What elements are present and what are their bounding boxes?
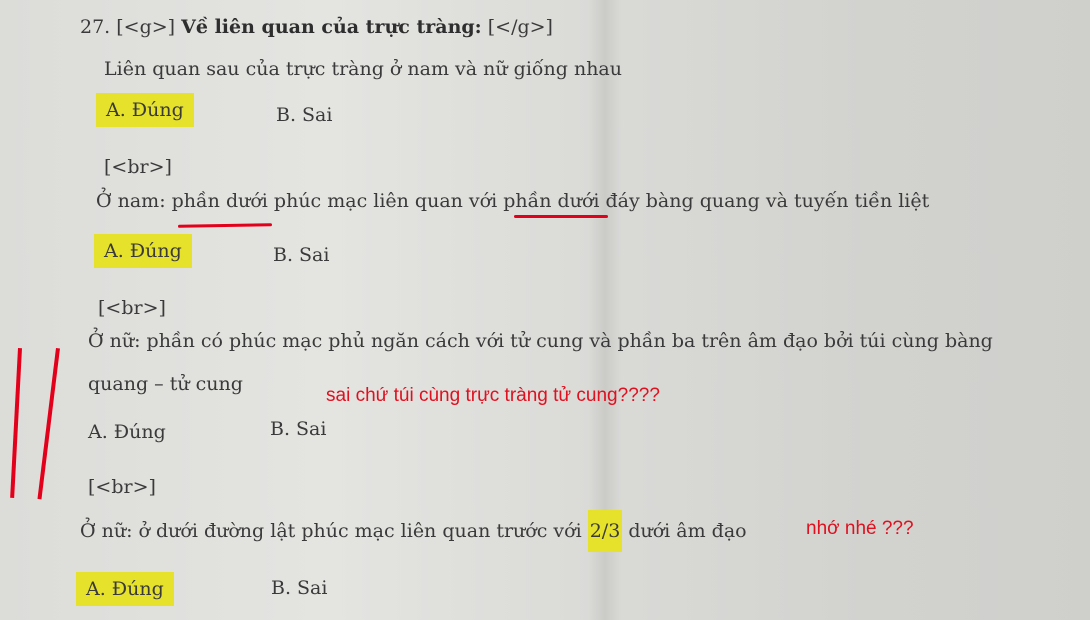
statement-3-line-1: Ở nữ: phần có phúc mạc phủ ngăn cách với… (88, 330, 993, 352)
option-a-1[interactable]: A. Đúng (96, 93, 194, 127)
red-underline-2 (514, 215, 608, 218)
red-margin-stroke-2 (37, 348, 60, 500)
statement-2: Ở nam: phần dưới phúc mạc liên quan với … (96, 190, 930, 212)
red-margin-stroke-1 (10, 348, 22, 499)
option-a-4[interactable]: A. Đúng (76, 572, 174, 606)
red-underline-1 (177, 223, 273, 228)
option-b-2[interactable]: B. Sai (273, 244, 329, 266)
underlined-phrase-2: phần dưới (503, 190, 600, 212)
underlined-phrase-1: phần dưới (171, 190, 268, 212)
option-a-label: A. Đúng (76, 572, 174, 606)
close-tag: [</g>] (487, 16, 553, 38)
question-number: 27. (80, 16, 111, 38)
option-b-1[interactable]: B. Sai (276, 104, 332, 126)
option-a-label: A. Đúng (94, 234, 192, 268)
statement-1: Liên quan sau của trực tràng ở nam và nữ… (104, 58, 622, 80)
option-a-2[interactable]: A. Đúng (94, 234, 192, 268)
open-tag: [<g>] (116, 16, 176, 38)
separator-3: [<br>] (88, 476, 156, 498)
highlighted-fraction: 2/3 (587, 510, 623, 552)
statement-3-line-2: quang – tử cung (88, 373, 243, 395)
separator-1: [<br>] (104, 156, 172, 178)
question-header: 27. [<g>] Về liên quan của trực tràng: [… (80, 16, 553, 38)
separator-2: [<br>] (98, 297, 166, 319)
statement-4: Ở nữ: ở dưới đường lật phúc mạc liên qua… (80, 510, 747, 552)
option-b-3[interactable]: B. Sai (270, 418, 326, 440)
handwritten-note-2: nhớ nhé ??? (806, 518, 914, 539)
option-a-3[interactable]: A. Đúng (88, 421, 166, 443)
option-b-4[interactable]: B. Sai (271, 577, 327, 599)
handwritten-note-1: sai chứ túi cùng trực tràng tử cung???? (326, 385, 660, 406)
option-a-label: A. Đúng (96, 93, 194, 127)
question-title: Về liên quan của trực tràng: (181, 16, 482, 38)
